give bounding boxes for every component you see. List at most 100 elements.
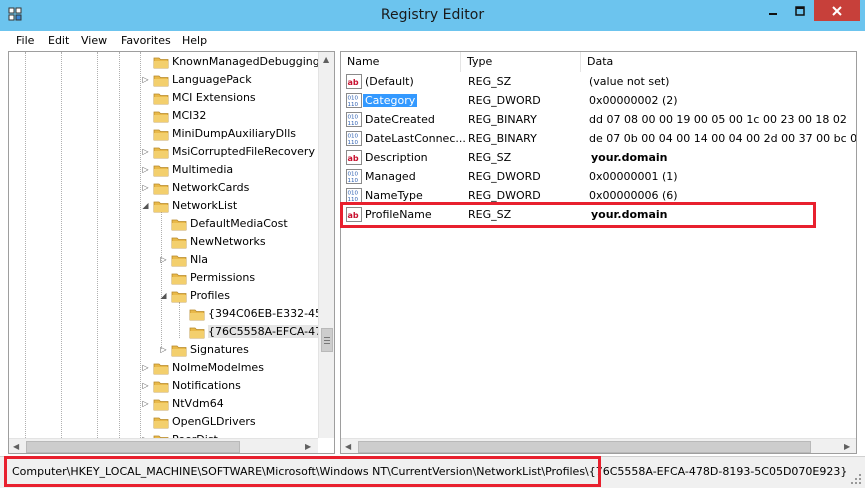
svg-text:110: 110 [348,197,359,203]
folder-icon [171,219,187,231]
scroll-left-icon[interactable]: ◀ [345,442,351,451]
menu-edit[interactable]: Edit [48,34,69,47]
value-data: your.domain [591,208,668,221]
expand-arrow-icon[interactable]: ▷ [159,345,168,354]
collapse-arrow-icon[interactable]: ◢ [159,291,168,300]
tree-item[interactable]: ▷ LanguagePack [9,71,318,89]
value-row[interactable]: 010 110 NameType REG_DWORD 0x00000006 (6) [341,186,856,205]
folder-icon [153,129,169,141]
tree-item[interactable]: Permissions [9,269,318,287]
svg-text:110: 110 [348,140,359,146]
scroll-right-icon[interactable]: ▶ [305,442,311,451]
value-row[interactable]: 010 110 DateLastConnec... REG_BINARY de 07 0… [341,129,856,148]
expand-arrow-icon[interactable]: ▷ [141,165,150,174]
expand-arrow-icon[interactable]: ▷ [141,399,150,408]
minimize-icon [769,12,777,15]
tree-item-label: Signatures [190,343,249,356]
value-row[interactable]: ab (Default) REG_SZ (value not set) [341,72,856,91]
tree-item-label: MsiCorruptedFileRecovery [172,145,315,158]
tree-item[interactable]: MiniDumpAuxiliaryDlls [9,125,318,143]
minimize-button[interactable] [760,0,786,21]
tree-item[interactable]: ◢ NetworkList [9,197,318,215]
column-header-data[interactable]: Data [581,52,856,72]
maximize-button[interactable] [787,0,813,21]
expand-arrow-icon[interactable]: ▷ [141,183,150,192]
tree-item[interactable]: NewNetworks [9,233,318,251]
menu-view[interactable]: View [81,34,107,47]
tree-item-label: OpenGLDrivers [172,415,256,428]
tree-item[interactable]: ▷ NoImeModelmes [9,359,318,377]
tree-item-label: NetworkCards [172,181,250,194]
tree-item[interactable]: ▷ Multimedia [9,161,318,179]
tree-item-label: LanguagePack [172,73,252,86]
value-row[interactable]: 010 110 Managed REG_DWORD 0x00000001 (1) [341,167,856,186]
value-row[interactable]: ab ProfileName REG_SZ your.domain [341,205,856,224]
expand-arrow-icon[interactable]: ▷ [141,147,150,156]
title-bar[interactable]: Registry Editor [0,0,865,31]
values-hscroll-thumb[interactable] [358,441,811,453]
folder-icon [153,75,169,87]
tree-item[interactable]: MCI32 [9,107,318,125]
string-value-icon: ab [346,150,362,165]
folder-icon [189,309,205,321]
scroll-up-icon[interactable]: ▲ [323,55,329,64]
svg-text:010: 010 [348,96,359,102]
tree-item[interactable]: OpenGLDrivers [9,413,318,431]
folder-icon [153,57,169,69]
expand-arrow-icon[interactable]: ▷ [141,381,150,390]
value-type: REG_SZ [468,75,512,88]
key-tree-pane[interactable]: KnownManagedDebuggingD ▷ LanguagePack MCI E… [8,51,335,454]
resize-grip-icon[interactable] [850,473,862,485]
tree-item[interactable]: DefaultMediaCost [9,215,318,233]
collapse-arrow-icon[interactable]: ◢ [141,201,150,210]
expand-arrow-icon[interactable]: ▷ [159,255,168,264]
value-type: REG_DWORD [468,189,541,202]
folder-icon [153,165,169,177]
status-path: Computer\HKEY_LOCAL_MACHINE\SOFTWARE\Mic… [12,465,848,478]
folder-icon [153,399,169,411]
value-row[interactable]: 010 110 DateCreated REG_BINARY dd 07 08 00 0… [341,110,856,129]
tree-item[interactable]: {76C5558A-EFCA-478 [9,323,330,341]
tree-item[interactable]: ◢ Profiles [9,287,318,305]
tree-item[interactable]: ▷ Signatures [9,341,318,359]
tree-item[interactable]: MCI Extensions [9,89,318,107]
value-type: REG_DWORD [468,170,541,183]
close-icon [832,5,842,16]
values-pane[interactable]: Name Type Data ab (Default) REG_SZ (value n… [340,51,857,454]
menu-favorites[interactable]: Favorites [121,34,171,47]
tree-item[interactable]: ▷ NetworkCards [9,179,318,197]
value-name: NameType [365,189,423,202]
svg-text:ab: ab [348,211,359,220]
tree-item[interactable]: ▷ NtVdm64 [9,395,318,413]
binary-value-icon: 010110 [346,131,362,146]
folder-icon [171,291,187,303]
tree-hscroll-thumb[interactable] [26,441,240,453]
tree-item-label: DefaultMediaCost [190,217,288,230]
tree-vertical-scrollbar[interactable]: ▲ [318,52,334,438]
expand-arrow-icon[interactable]: ▷ [141,75,150,84]
tree-horizontal-scrollbar[interactable]: ◀ ▶ [9,438,318,453]
scroll-right-icon[interactable]: ▶ [844,442,850,451]
value-type: REG_BINARY [468,132,537,145]
values-horizontal-scrollbar[interactable]: ◀ ▶ [341,438,856,453]
scroll-left-icon[interactable]: ◀ [13,442,19,451]
folder-icon [153,147,169,159]
tree-item[interactable]: {394C06EB-E332-458A [9,305,334,323]
close-button[interactable] [814,0,860,21]
tree-item[interactable]: ▷ Notifications [9,377,318,395]
tree-scroll-thumb[interactable] [321,328,333,352]
tree-item[interactable]: ▷ MsiCorruptedFileRecovery [9,143,318,161]
expand-arrow-icon[interactable]: ▷ [141,363,150,372]
menu-bar: File Edit View Favorites Help [0,31,865,51]
menu-file[interactable]: File [16,34,34,47]
menu-help[interactable]: Help [182,34,207,47]
column-header-type[interactable]: Type [461,52,581,72]
value-row[interactable]: 010 110 Category REG_DWORD 0x00000002 (2) [341,91,856,110]
folder-icon [153,93,169,105]
column-header-name[interactable]: Name [341,52,461,72]
value-row[interactable]: ab Description REG_SZ your.domain [341,148,856,167]
tree-item-label: MCI Extensions [172,91,256,104]
tree-item[interactable]: KnownManagedDebuggingD [9,53,328,71]
tree-item[interactable]: ▷ Nla [9,251,318,269]
maximize-icon [795,5,805,16]
